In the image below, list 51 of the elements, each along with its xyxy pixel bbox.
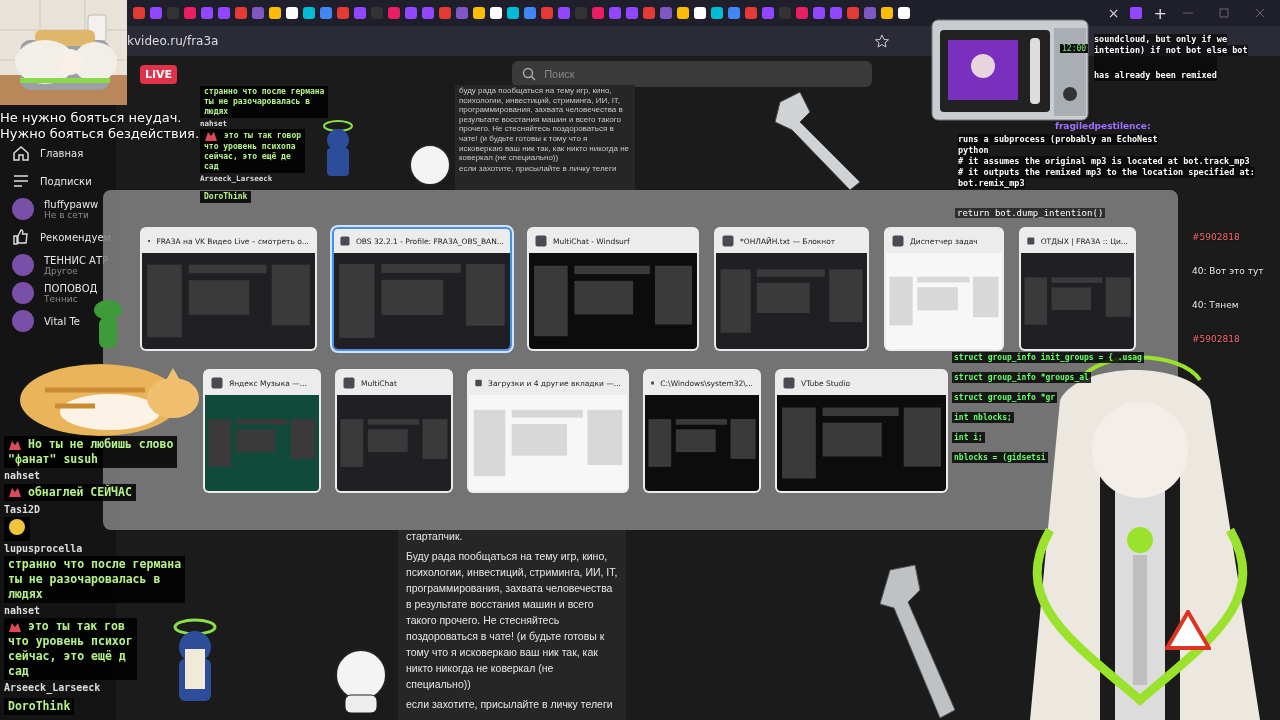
description-text: если захотите, присылайте в личку телеги	[406, 697, 614, 712]
description-text: если захотите, присылайте в личку телеги	[459, 163, 618, 174]
chat-username: fragiledpestilence:	[1055, 121, 1151, 131]
description-text: стартапчик.	[406, 529, 464, 544]
chat-message: 40: Тянем	[1192, 300, 1240, 310]
chat-message: сад	[8, 664, 29, 679]
description-text: Буду рада пообщаться на тему игр, кино, психологии, инвестиций, стриминга, ИИ, IT, программирования, захвата человечества в результате восстания машин и всего такого прочего. Не стесняйтесь поздороваться в чате! (и будьте готовы к тому что я исковеркаю ваш ник так, как никто никогда не коверкал (не специально))	[406, 549, 618, 692]
chat-message: #5902818	[1192, 232, 1241, 242]
chat-message: "фанат" susuh	[8, 452, 98, 467]
channel-status: Другое	[44, 265, 79, 276]
clock-display: 12:00	[1060, 44, 1089, 53]
chat-message: что уровень психог	[8, 634, 133, 649]
sidebar-item[interactable]: fluffypaww	[44, 198, 99, 210]
sidebar-item[interactable]: Главная	[40, 147, 84, 159]
chat-message: Но ты не любишь слово	[28, 437, 174, 452]
search-field[interactable]: Поиск	[512, 61, 873, 87]
sidebar-item[interactable]: Подписки	[40, 175, 92, 187]
address-text[interactable]: kvideo.ru/fra3a	[127, 34, 875, 48]
chat-message: это ты так говор	[224, 131, 302, 141]
chat-message: это ты так гов	[28, 619, 125, 634]
chat-message: сад	[204, 162, 219, 172]
sidebar-item[interactable]: Vital Te	[44, 315, 80, 327]
quote-line: Не нужно бояться неудач.	[0, 110, 183, 126]
live-badge: LIVE	[140, 64, 178, 84]
chat-message: DoroThink	[204, 192, 248, 202]
chat-message: странно что после германа	[8, 557, 182, 572]
quote-line: Нужно бояться бездействия.	[0, 126, 200, 142]
chat-username: Arseeck_Larseeck	[4, 682, 102, 693]
description-text: буду рада пообщаться на тему игр, кино, психологии, инвестиций, стриминга, ИИ, IT, программирования, захвата человечества в результате восстания машин и всего такого прочего. Не стесняйтесь поздороваться в чате! (и будьте готовы к тому что я исковеркаю ваш ник так, как никто никогда не коверкал (не специально))	[459, 86, 630, 163]
close-tab-button[interactable]: ×	[1101, 5, 1126, 21]
new-tab-button[interactable]: +	[1145, 3, 1175, 23]
sidebar-item[interactable]: ТЕННИС АТР	[44, 254, 109, 266]
chat-username: lupusprocella	[4, 543, 84, 554]
chat-message: сейчас, это ещё де	[204, 152, 291, 162]
chat-message: людях	[204, 107, 229, 117]
sidebar-item[interactable]: ПОПОВОД	[44, 282, 98, 294]
chat-username: Tasi2D	[4, 504, 42, 515]
chat-message: что уровень психопа	[204, 142, 296, 152]
chat-message: странно что после германа	[204, 87, 325, 97]
chat-message: DoroThink	[8, 699, 71, 714]
chat-message: ты не разочаровалась в	[8, 572, 161, 587]
chat-username: nahset	[4, 605, 42, 616]
chat-message: людях	[8, 587, 43, 602]
chat-message: ты не разочаровалась в	[204, 97, 310, 107]
channel-status: Не в сети	[44, 209, 89, 220]
chat-message: обнаглей СЕЙЧАС	[28, 484, 132, 500]
chat-message: 40: Вот это тут	[1192, 266, 1264, 276]
chat-message: сейчас, это ещё д	[8, 649, 126, 664]
channel-status: Теннис	[44, 293, 78, 304]
chat-message: #5902818	[1192, 334, 1241, 344]
chat-username: nahset	[4, 470, 42, 481]
